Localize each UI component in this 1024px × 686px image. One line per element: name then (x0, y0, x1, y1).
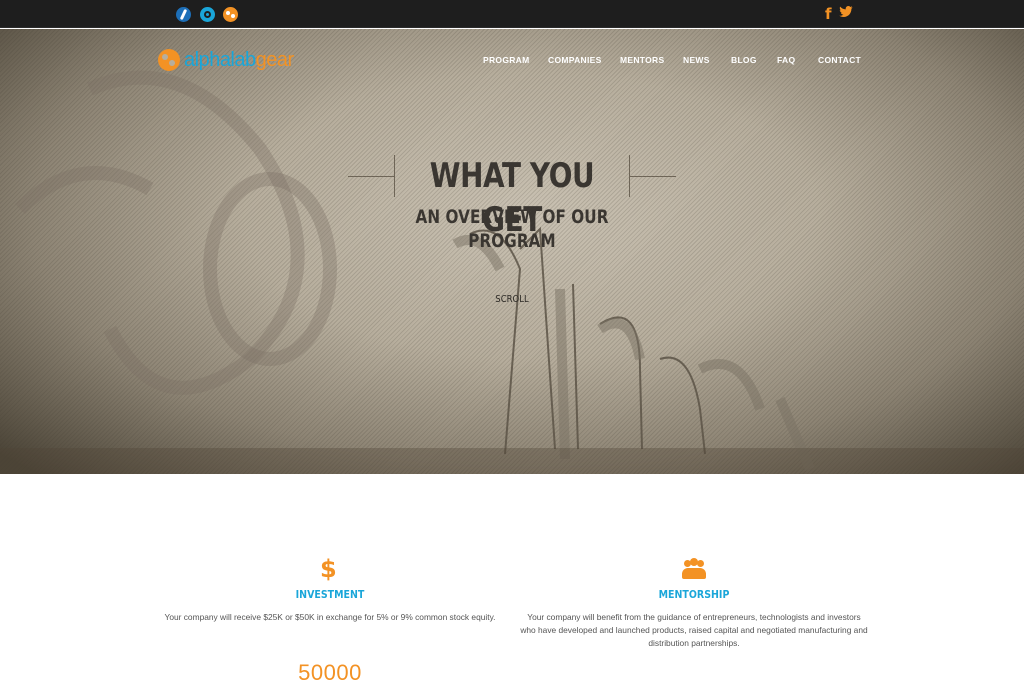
dollar-icon: $ (320, 555, 337, 583)
team-icon (682, 558, 706, 580)
nav-item-news[interactable]: NEWS (683, 53, 710, 67)
title-bar-left (394, 155, 395, 197)
feature-desc-investment: Your company will receive $25K or $50K i… (164, 612, 496, 622)
hero-subtitle: AN OVERVIEW OF OUR PROGRAM (415, 206, 609, 252)
feature-title-mentorship: MENTORSHIP (658, 588, 730, 601)
twitter-icon[interactable] (839, 5, 853, 23)
hero-bottom-band (0, 448, 1024, 474)
hero-title-frame: WHAT YOU GET (348, 154, 676, 240)
nav-item-blog[interactable]: BLOG (731, 53, 757, 67)
nav-item-program[interactable]: PROGRAM (483, 53, 530, 67)
team-icon-head-right (697, 560, 704, 567)
title-rule-right (630, 176, 676, 177)
main-nav: PROGRAM COMPANIES MENTORS NEWS BLOG FAQ … (0, 53, 1024, 67)
title-rule-left (348, 176, 394, 177)
facebook-icon[interactable]: f (825, 5, 832, 23)
alphalab-icon[interactable] (223, 7, 238, 22)
nav-item-mentors[interactable]: MENTORS (620, 53, 664, 67)
nav-item-contact[interactable]: CONTACT (818, 53, 861, 67)
twitter-bird-shape (839, 6, 853, 17)
team-icon-bodies (682, 568, 706, 579)
top-bar: f (0, 0, 1024, 28)
investment-counter: 50000 (298, 660, 362, 685)
feature-title-investment: INVESTMENT (295, 588, 365, 601)
ello-icon[interactable] (200, 7, 215, 22)
nav-item-companies[interactable]: COMPANIES (548, 53, 602, 67)
hero-section: alphalabgear PROGRAM COMPANIES MENTORS N… (0, 29, 1024, 474)
behance-icon[interactable] (176, 7, 191, 22)
scroll-link[interactable]: SCROLL (487, 294, 538, 306)
nav-item-faq[interactable]: FAQ (777, 53, 795, 67)
feature-desc-mentorship: Your company will benefit from the guida… (520, 612, 868, 648)
